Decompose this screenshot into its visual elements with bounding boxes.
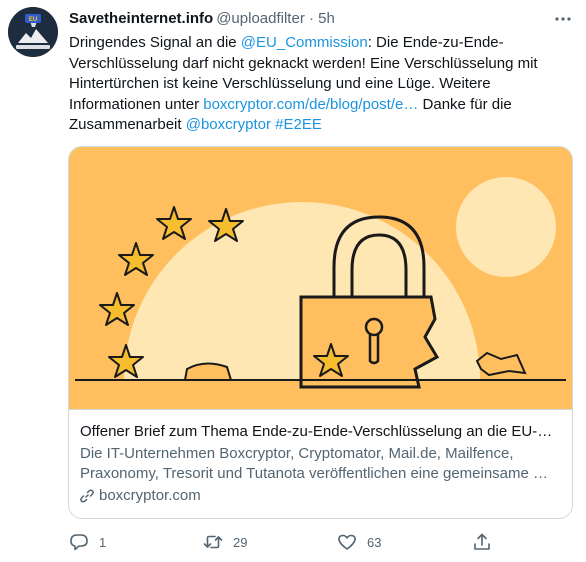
- card-domain[interactable]: boxcryptor.com: [80, 486, 560, 506]
- card-image[interactable]: [69, 147, 572, 409]
- tweet-text: Dringendes Signal an die @EU_Commission:…: [69, 33, 574, 136]
- avatar-logo-icon: EU: [8, 7, 58, 57]
- link-icon: [80, 489, 94, 503]
- card-description-line: Praxonomy, Tresorit und Tutanota veröffe…: [80, 465, 549, 482]
- author-handle[interactable]: @uploadfilter: [216, 10, 305, 27]
- tweet-time[interactable]: 5h: [318, 10, 335, 27]
- card-title[interactable]: Offener Brief zum Thema Ende-zu-Ende-Ver…: [80, 422, 560, 442]
- reply-button[interactable]: 1: [69, 531, 106, 553]
- svg-text:EU: EU: [29, 17, 37, 23]
- more-horizontal-icon: [555, 17, 571, 21]
- mention-boxcryptor[interactable]: @boxcryptor: [186, 116, 271, 133]
- card-description-line: Die IT-Unternehmen Boxcryptor, Cryptomat…: [80, 445, 514, 462]
- tweet-header: Savetheinternet.info @uploadfilter · 5h: [69, 9, 546, 29]
- sun-shape: [456, 177, 556, 277]
- retweet-icon: [203, 535, 223, 549]
- header-separator: ·: [308, 10, 314, 27]
- like-count: 63: [367, 534, 382, 550]
- tweet-text-part: Dringendes Signal an die: [69, 34, 241, 51]
- link-preview-card[interactable]: Offener Brief zum Thema Ende-zu-Ende-Ver…: [68, 146, 573, 519]
- card-domain-text: boxcryptor.com: [99, 487, 201, 504]
- retweet-button[interactable]: 29: [203, 531, 247, 553]
- author-name[interactable]: Savetheinternet.info: [69, 10, 213, 27]
- share-button[interactable]: [472, 531, 492, 553]
- heart-icon: [338, 534, 356, 550]
- reply-count: 1: [99, 534, 107, 550]
- card-body: Offener Brief zum Thema Ende-zu-Ende-Ver…: [69, 409, 572, 518]
- tweet-actions: 1 29 63: [69, 531, 509, 553]
- hashtag-e2ee[interactable]: #E2EE: [275, 116, 322, 133]
- more-button[interactable]: [552, 8, 574, 30]
- avatar[interactable]: EU: [8, 7, 58, 57]
- retweet-count: 29: [233, 534, 248, 550]
- like-button[interactable]: 63: [337, 531, 381, 553]
- share-icon: [474, 533, 490, 550]
- reply-icon: [70, 534, 88, 551]
- card-description: Die IT-Unternehmen Boxcryptor, Cryptomat…: [80, 444, 560, 484]
- mention-eu-commission[interactable]: @EU_Commission: [241, 34, 368, 51]
- url-link[interactable]: boxcryptor.com/de/blog/post/e…: [203, 96, 418, 113]
- card-illustration: [69, 147, 572, 409]
